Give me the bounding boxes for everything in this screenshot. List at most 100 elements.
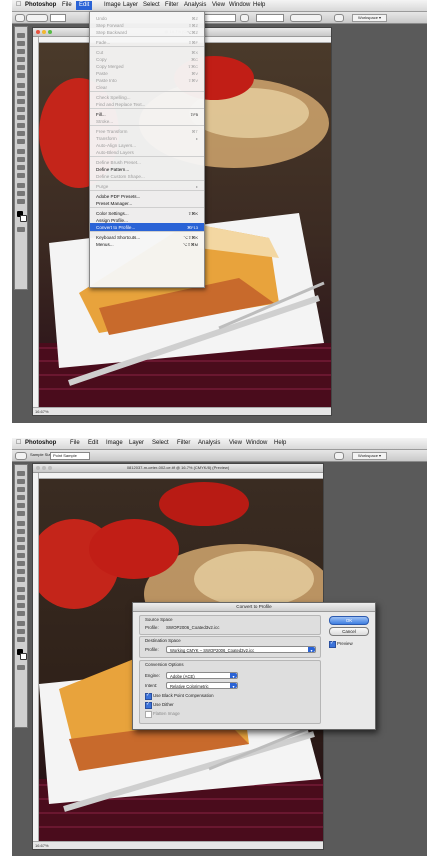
zoom-tool-icon[interactable]: [17, 637, 25, 642]
slice-tool-icon[interactable]: [17, 73, 25, 78]
quick-mask-icon[interactable]: [17, 227, 25, 232]
crop-tool-icon[interactable]: [17, 503, 25, 508]
height-field[interactable]: [256, 14, 284, 22]
destination-space-heading: Destination Space: [145, 638, 181, 643]
feather-field[interactable]: [50, 14, 66, 22]
move-tool-icon[interactable]: [17, 471, 25, 476]
menu-window[interactable]: Window: [246, 439, 267, 448]
cancel-button[interactable]: Cancel: [329, 627, 369, 636]
gradient-tool-icon[interactable]: [17, 561, 25, 566]
move-tool-icon[interactable]: [17, 33, 25, 38]
menu-layer[interactable]: Layer: [129, 439, 144, 448]
brush-tool-icon[interactable]: [17, 529, 25, 534]
tool-preset-picker[interactable]: [15, 14, 25, 22]
apple-icon[interactable]: : [16, 0, 21, 9]
zoom-level[interactable]: 16.67%: [35, 843, 49, 848]
workspace-menu[interactable]: Workspace ▾: [352, 14, 388, 22]
menu-analysis[interactable]: Analysis: [198, 439, 220, 448]
marquee-tool-icon[interactable]: [17, 479, 25, 484]
pen-tool-icon[interactable]: [17, 149, 25, 154]
3d-tool-icon[interactable]: [17, 621, 25, 626]
lasso-tool-icon[interactable]: [17, 49, 25, 54]
panel-toggle-icon[interactable]: [334, 452, 344, 460]
ok-button[interactable]: OK: [329, 616, 369, 625]
path-selection-tool-icon[interactable]: [17, 603, 25, 608]
menu-edit[interactable]: Edit: [76, 1, 93, 10]
background-color-swatch[interactable]: [20, 653, 27, 660]
background-color-swatch[interactable]: [20, 215, 27, 222]
workspace-menu[interactable]: Workspace ▾: [352, 452, 388, 460]
hand-tool-icon[interactable]: [17, 191, 25, 196]
shape-tool-icon[interactable]: [17, 173, 25, 178]
quick-mask-icon[interactable]: [17, 665, 25, 670]
shape-tool-icon[interactable]: [17, 611, 25, 616]
destination-profile-select[interactable]: Working CMYK – SWOP2006_Coated3v2.icc ▾: [166, 646, 316, 653]
sample-size-select[interactable]: Point Sample: [50, 452, 90, 460]
apple-icon[interactable]: : [16, 438, 21, 447]
zoom-level[interactable]: 16.67%: [35, 409, 49, 414]
type-tool-icon[interactable]: [17, 157, 25, 162]
panel-toggle-icon[interactable]: [334, 14, 344, 22]
menu-image[interactable]: Image: [106, 439, 123, 448]
eraser-tool-icon[interactable]: [17, 553, 25, 558]
type-tool-icon[interactable]: [17, 595, 25, 600]
dither-checkbox[interactable]: [145, 701, 152, 709]
quick-select-tool-icon[interactable]: [17, 495, 25, 500]
menu-help[interactable]: Help: [253, 1, 265, 10]
swap-icon[interactable]: [240, 14, 249, 22]
preview-checkbox[interactable]: [329, 640, 336, 648]
history-brush-tool-icon[interactable]: [17, 545, 25, 550]
eraser-tool-icon[interactable]: [17, 115, 25, 120]
menu-view[interactable]: View: [212, 1, 225, 10]
history-brush-tool-icon[interactable]: [17, 107, 25, 112]
marquee-tool-icon[interactable]: [17, 41, 25, 46]
document-status-bar: 16.67%: [33, 841, 323, 849]
path-selection-tool-icon[interactable]: [17, 165, 25, 170]
menu-layer[interactable]: Layer: [123, 1, 138, 10]
app-menu-photoshop[interactable]: Photoshop: [25, 439, 56, 448]
pen-tool-icon[interactable]: [17, 587, 25, 592]
menu-select[interactable]: Select: [152, 439, 169, 448]
engine-select[interactable]: Adobe (ACE) ▾: [166, 672, 238, 679]
menu-item-menus[interactable]: Menus... ⌥⇧⌘M: [90, 240, 204, 249]
menu-file[interactable]: File: [62, 1, 72, 10]
selection-mode-buttons[interactable]: [26, 14, 48, 22]
eyedropper-tool-icon[interactable]: [15, 452, 27, 460]
menu-window[interactable]: Window: [229, 1, 250, 10]
black-point-checkbox[interactable]: [145, 692, 152, 700]
crop-tool-icon[interactable]: [17, 65, 25, 70]
eyedropper-tool-icon[interactable]: [17, 511, 25, 516]
clone-stamp-tool-icon[interactable]: [17, 99, 25, 104]
menu-analysis[interactable]: Analysis: [184, 1, 206, 10]
dodge-tool-icon[interactable]: [17, 139, 25, 144]
healing-brush-tool-icon[interactable]: [17, 83, 25, 88]
menu-filter[interactable]: Filter: [165, 1, 178, 10]
menu-bar:  Photoshop File Edit Image Layer Select…: [12, 0, 427, 12]
gradient-tool-icon[interactable]: [17, 123, 25, 128]
menu-edit[interactable]: Edit: [88, 439, 98, 448]
healing-brush-tool-icon[interactable]: [17, 521, 25, 526]
blur-tool-icon[interactable]: [17, 569, 25, 574]
width-field[interactable]: [204, 14, 236, 22]
3d-tool-icon[interactable]: [17, 183, 25, 188]
menu-image[interactable]: Image: [104, 1, 121, 10]
intent-select[interactable]: Relative Colorimetric ▾: [166, 682, 238, 689]
hand-tool-icon[interactable]: [17, 629, 25, 634]
menu-file[interactable]: File: [70, 439, 80, 448]
menu-help[interactable]: Help: [274, 439, 286, 448]
blur-tool-icon[interactable]: [17, 131, 25, 136]
clone-stamp-tool-icon[interactable]: [17, 537, 25, 542]
flatten-image-checkbox[interactable]: [145, 711, 152, 718]
zoom-tool-icon[interactable]: [17, 199, 25, 204]
dodge-tool-icon[interactable]: [17, 577, 25, 582]
app-menu-photoshop[interactable]: Photoshop: [25, 1, 56, 10]
quick-select-tool-icon[interactable]: [17, 57, 25, 62]
conversion-options-heading: Conversion Options: [145, 662, 184, 667]
lasso-tool-icon[interactable]: [17, 487, 25, 492]
screenshot-panel-edit-menu:  Photoshop File Edit Image Layer Select…: [12, 0, 427, 423]
refine-edge-button[interactable]: [290, 14, 322, 22]
brush-tool-icon[interactable]: [17, 91, 25, 96]
menu-select[interactable]: Select: [143, 1, 160, 10]
menu-view[interactable]: View: [229, 439, 242, 448]
menu-filter[interactable]: Filter: [177, 439, 190, 448]
